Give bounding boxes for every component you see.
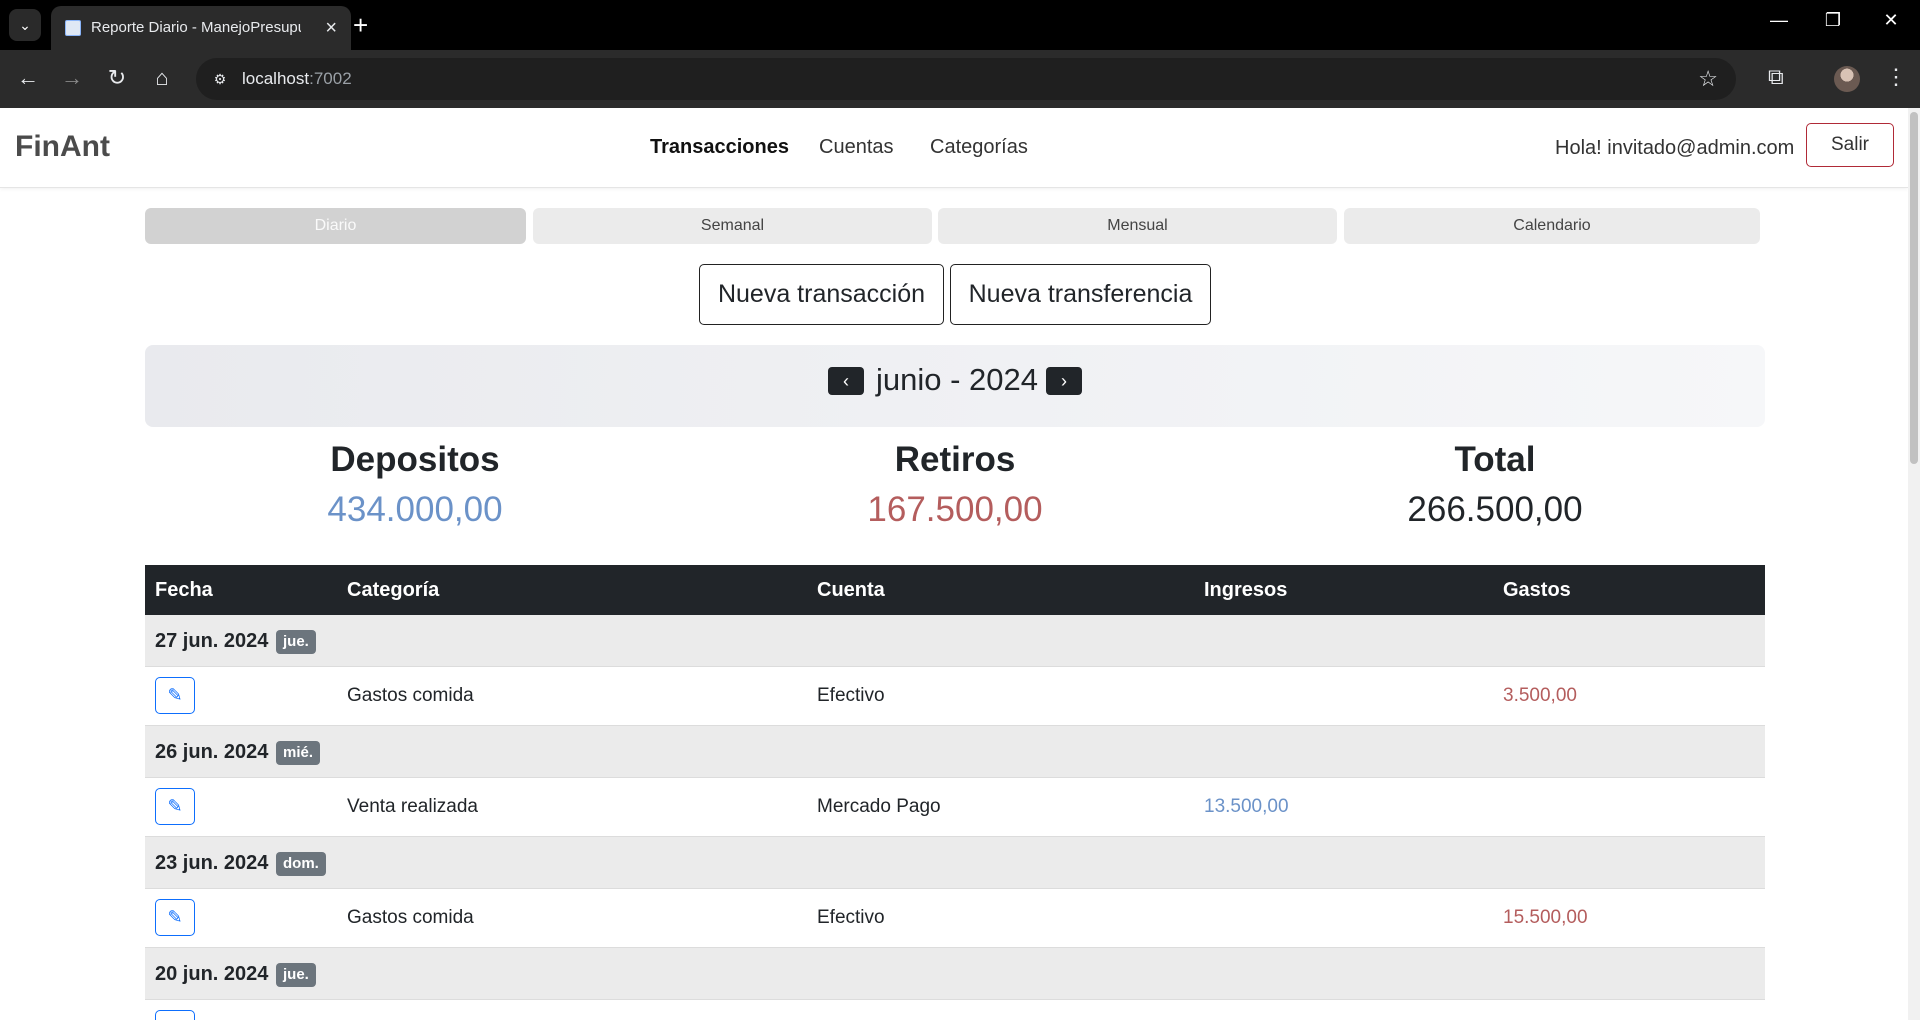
date-group-row: 26 jun. 2024 mié. — [145, 726, 1765, 778]
extensions-icon[interactable]: ⧉ — [1768, 64, 1784, 90]
header-cuenta: Cuenta — [817, 579, 885, 601]
nav-transacciones[interactable]: Transacciones — [650, 136, 789, 159]
back-icon[interactable]: ← — [14, 64, 42, 92]
income-cell: 13.500,00 — [1204, 796, 1289, 817]
group-date: 26 jun. 2024 — [155, 741, 269, 763]
group-date: 20 jun. 2024 — [155, 963, 269, 985]
page-scrollbar[interactable] — [1908, 108, 1920, 1020]
restore-icon[interactable]: ❐ — [1818, 10, 1848, 31]
page-content: FinAnt Transacciones Cuentas Categorías … — [0, 108, 1920, 1020]
header-ingresos: Ingresos — [1204, 579, 1288, 601]
prev-month-button[interactable]: ‹ — [828, 367, 864, 395]
next-month-button[interactable]: › — [1046, 367, 1082, 395]
account-cell: Efectivo — [817, 685, 885, 706]
profile-avatar[interactable] — [1834, 66, 1860, 92]
page-icon — [65, 20, 81, 36]
group-date: 23 jun. 2024 — [155, 852, 269, 874]
plus-icon[interactable]: + — [353, 12, 368, 38]
minimize-icon[interactable]: — — [1764, 10, 1794, 31]
more-icon[interactable]: ⋮ — [1885, 64, 1907, 90]
edit-icon[interactable]: ✎ — [155, 899, 195, 936]
category-cell: Venta realizada — [347, 796, 478, 817]
browser-tab[interactable]: Reporte Diario - ManejoPresupuesto × — [51, 6, 351, 50]
table-row: ✎ Gastos comida Efectivo 15.500,00 — [145, 889, 1765, 948]
nav-categorias[interactable]: Categorías — [930, 136, 1028, 159]
deposits-value: 434.000,00 — [327, 490, 503, 529]
logout-button[interactable]: Salir — [1806, 123, 1894, 167]
header-gastos: Gastos — [1503, 579, 1571, 601]
header-categoria: Categoría — [347, 579, 440, 601]
close-window-icon[interactable]: ✕ — [1876, 10, 1906, 31]
tab-diario[interactable]: Diario — [145, 208, 526, 244]
day-badge: mié. — [276, 741, 321, 765]
nav-cuentas[interactable]: Cuentas — [819, 136, 894, 159]
tab-search-icon[interactable]: ⌄ — [9, 9, 41, 41]
day-badge: jue. — [276, 630, 316, 654]
date-group-row: 20 jun. 2024 jue. — [145, 948, 1765, 1000]
day-badge: jue. — [276, 963, 316, 987]
forward-icon[interactable]: → — [58, 64, 86, 92]
tab-calendario[interactable]: Calendario — [1344, 208, 1760, 244]
tab-semanal[interactable]: Semanal — [533, 208, 932, 244]
app-navbar: FinAnt Transacciones Cuentas Categorías … — [0, 108, 1908, 188]
month-label: junio - 2024 — [875, 362, 1038, 397]
group-date: 27 jun. 2024 — [155, 630, 269, 652]
tab-title: Reporte Diario - ManejoPresupuesto — [91, 19, 301, 36]
total-label: Total — [1454, 440, 1536, 479]
url-text[interactable]: localhost:7002 — [242, 69, 352, 89]
month-navigator: ‹ junio - 2024 › — [145, 345, 1765, 427]
date-group-row: 27 jun. 2024 jue. — [145, 615, 1765, 667]
edit-icon[interactable]: ✎ — [155, 1010, 195, 1020]
new-transaction-button[interactable]: Nueva transacción — [699, 264, 944, 325]
account-cell: Mercado Pago — [817, 796, 941, 817]
day-badge: dom. — [276, 852, 326, 876]
account-cell: Efectivo — [817, 907, 885, 928]
table-row: ✎ — [145, 1000, 1765, 1020]
total-value: 266.500,00 — [1407, 490, 1583, 529]
bookmark-star-icon[interactable]: ☆ — [1698, 66, 1718, 92]
edit-icon[interactable]: ✎ — [155, 788, 195, 825]
table-row: ✎ Gastos comida Efectivo 3.500,00 — [145, 667, 1765, 726]
reload-icon[interactable]: ↻ — [103, 64, 131, 92]
header-fecha: Fecha — [155, 579, 213, 601]
transactions-table-header: Fecha Categoría Cuenta Ingresos Gastos — [145, 565, 1765, 615]
withdrawals-value: 167.500,00 — [867, 490, 1043, 529]
expense-cell: 3.500,00 — [1503, 685, 1577, 706]
edit-icon[interactable]: ✎ — [155, 677, 195, 714]
expense-cell: 15.500,00 — [1503, 907, 1588, 928]
close-icon[interactable]: × — [325, 16, 337, 40]
site-info-icon[interactable]: ⚙ — [210, 69, 230, 89]
deposits-label: Depositos — [330, 440, 500, 479]
brand-logo[interactable]: FinAnt — [15, 130, 110, 164]
address-bar[interactable]: ⚙ localhost:7002 ☆ — [196, 58, 1736, 100]
table-row: ✎ Venta realizada Mercado Pago 13.500,00 — [145, 778, 1765, 837]
new-transfer-button[interactable]: Nueva transferencia — [950, 264, 1211, 325]
user-greeting: Hola! invitado@admin.com — [1555, 137, 1795, 159]
category-cell: Gastos comida — [347, 907, 474, 928]
home-icon[interactable]: ⌂ — [148, 64, 176, 92]
category-cell: Gastos comida — [347, 685, 474, 706]
date-group-row: 23 jun. 2024 dom. — [145, 837, 1765, 889]
tab-mensual[interactable]: Mensual — [938, 208, 1337, 244]
scroll-thumb[interactable] — [1910, 112, 1918, 464]
browser-toolbar: ← → ↻ ⌂ ⚙ localhost:7002 ☆ ⧉ ⋮ — [0, 50, 1920, 108]
withdrawals-label: Retiros — [894, 440, 1016, 479]
browser-tab-bar: ⌄ Reporte Diario - ManejoPresupuesto × +… — [0, 0, 1920, 50]
